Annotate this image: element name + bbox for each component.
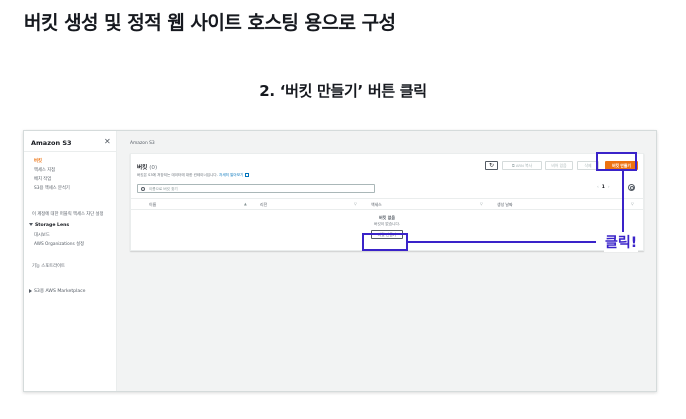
sidebar-item-org-settings[interactable]: AWS Organizations 설정 <box>34 241 84 247</box>
breadcrumb[interactable]: Amazon S3 <box>130 141 155 146</box>
sidebar-section-storage-lens[interactable]: Storage Lens <box>29 223 69 228</box>
highlight-create-button <box>596 152 637 171</box>
panel-title: 버킷 (0) <box>137 163 157 171</box>
sort-asc-icon[interactable]: ▲ <box>244 202 247 206</box>
sidebar-item-buckets[interactable]: 버킷 <box>34 158 42 164</box>
sidebar-title: Amazon S3 <box>31 139 72 147</box>
refresh-button[interactable]: ↻ <box>485 161 498 170</box>
chevron-right-icon <box>29 288 32 293</box>
copy-arn-button[interactable]: ⧉ ARN 복사 <box>502 161 542 170</box>
chevron-down-icon <box>29 223 33 226</box>
search-icon <box>141 186 145 191</box>
step-title: 2. ‘버킷 만들기’ 버튼 클릭 <box>259 82 427 100</box>
sort-icon[interactable]: ▽ <box>631 202 634 206</box>
section-label: Storage Lens <box>35 223 70 228</box>
panel-description: 버킷은 S3에 저장되는 데이터에 대한 컨테이너입니다. 자세히 알아보기 <box>137 173 250 178</box>
close-icon[interactable]: ✕ <box>104 137 111 146</box>
sidebar-section-marketplace[interactable]: S3용 AWS Marketplace <box>29 288 86 294</box>
table-header: 이름 ▲ 리전 ▽ 액세스 ▽ 생성 날짜 ▽ <box>131 198 643 210</box>
click-annotation: 클릭! <box>604 232 639 252</box>
document-title: 버킷 생성 및 정적 웹 사이트 호스팅 용으로 구성 <box>24 12 396 34</box>
column-created[interactable]: 생성 날짜 <box>497 202 513 208</box>
highlight-create-empty-button <box>362 233 408 251</box>
empty-state-description: 버킷이 없습니다. <box>373 222 401 226</box>
next-page-button[interactable]: › <box>608 185 610 190</box>
bucket-count: (0) <box>149 165 158 171</box>
empty-button[interactable]: 비어 있음 <box>545 161 573 170</box>
current-page[interactable]: 1 <box>602 185 605 190</box>
empty-state-title: 버킷 없음 <box>378 215 396 220</box>
column-name[interactable]: 이름 <box>149 202 156 208</box>
console-screenshot: Amazon S3 ✕ 버킷 액세스 지점 배치 작업 S3용 액세스 분석기 … <box>23 130 657 392</box>
sidebar-item-block-settings[interactable]: 이 계정에 대한 퍼블릭 액세스 차단 설정 <box>32 211 103 217</box>
annotation-connector <box>408 241 596 243</box>
search-placeholder: 이름으로 버킷 찾기 <box>149 186 178 191</box>
sort-icon[interactable]: ▽ <box>354 202 357 206</box>
sort-icon[interactable]: ▽ <box>480 202 483 206</box>
divider <box>24 151 117 152</box>
sidebar-item-access-analyzer[interactable]: S3용 액세스 분석기 <box>34 185 70 191</box>
prev-page-button[interactable]: ‹ <box>597 185 599 190</box>
search-input[interactable]: 이름으로 버킷 찾기 <box>137 184 375 193</box>
gear-icon[interactable] <box>628 184 635 191</box>
column-access[interactable]: 액세스 <box>371 202 382 208</box>
sidebar: Amazon S3 ✕ 버킷 액세스 지점 배치 작업 S3용 액세스 분석기 … <box>24 131 117 391</box>
learn-more-link[interactable]: 자세히 알아보기 <box>219 173 243 177</box>
description-text: 버킷은 S3에 저장되는 데이터에 대한 컨테이너입니다. <box>137 173 218 177</box>
pagination: ‹ 1 › <box>597 185 610 190</box>
sidebar-item-feature-spotlight[interactable]: 기능 스포트라이트 <box>32 263 65 269</box>
sidebar-item-access-points[interactable]: 액세스 지점 <box>34 167 55 173</box>
column-region[interactable]: 리전 <box>260 202 267 208</box>
panel-title-text: 버킷 <box>137 165 148 171</box>
sidebar-item-batch-ops[interactable]: 배치 작업 <box>34 176 51 182</box>
external-link-icon <box>245 173 250 177</box>
sidebar-item-dashboards[interactable]: 대시보드 <box>34 232 50 238</box>
section-label: S3용 AWS Marketplace <box>34 289 86 294</box>
